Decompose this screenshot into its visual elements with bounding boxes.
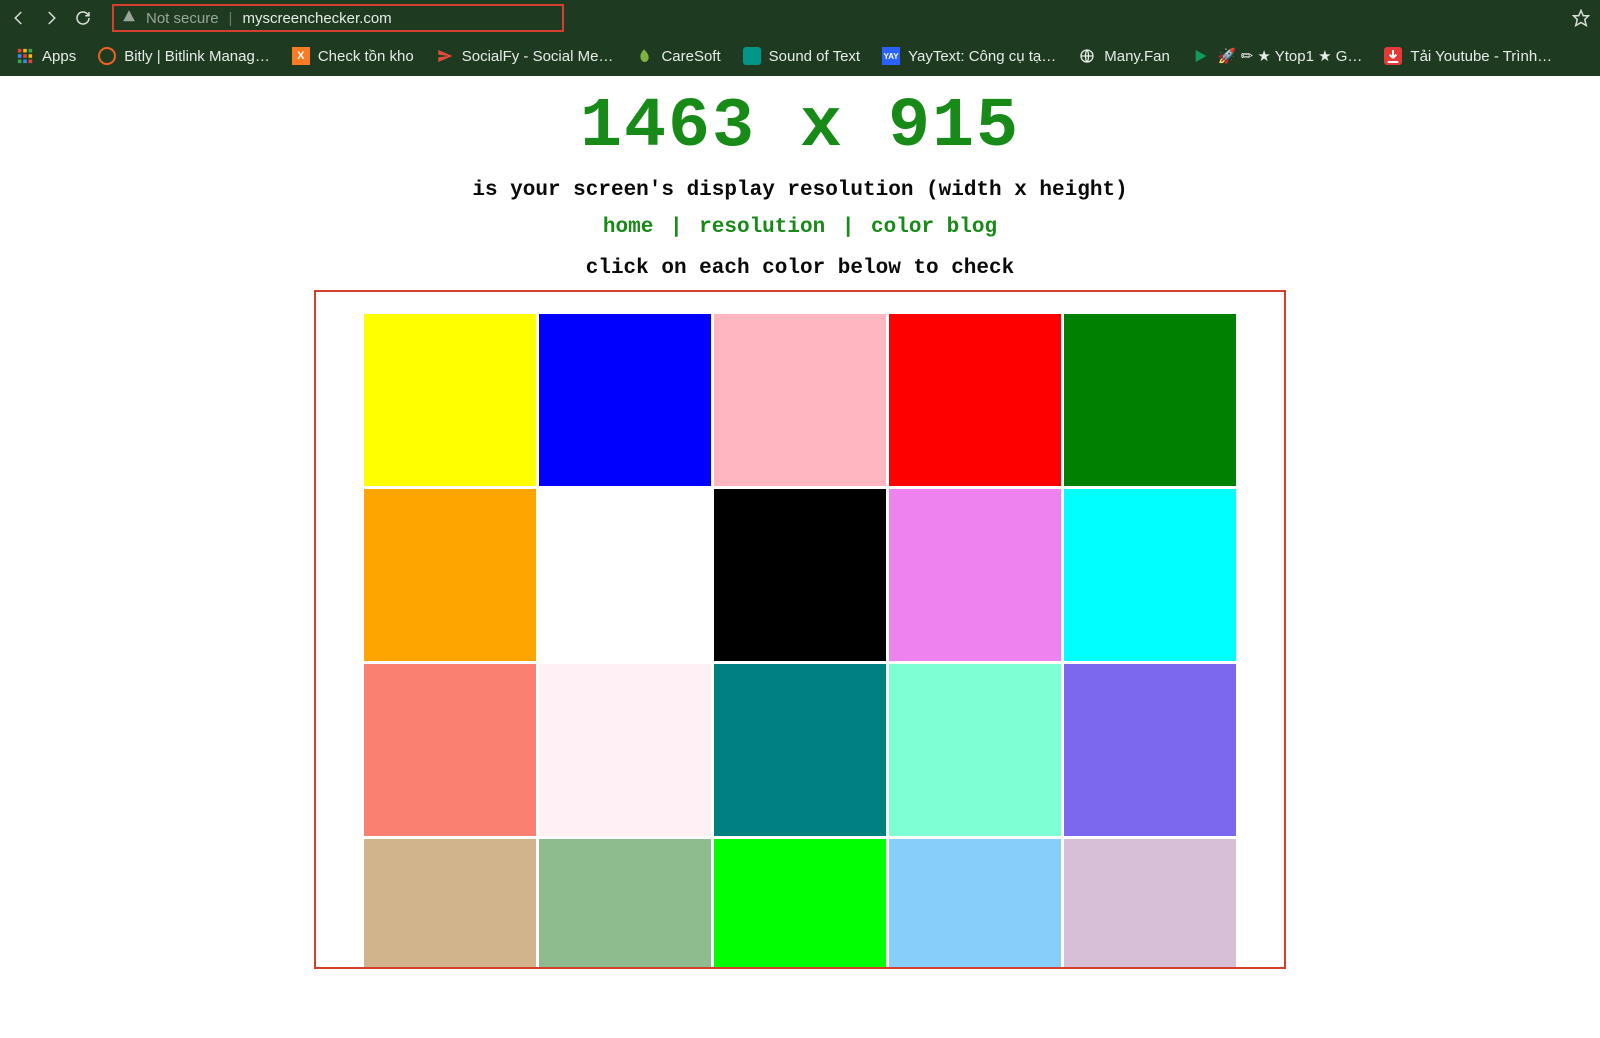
color-swatch[interactable] [1064,489,1236,661]
back-button[interactable] [10,9,28,27]
color-swatch[interactable] [364,314,536,486]
bookmarks-bar: Apps Bitly | Bitlink Manag… X Check tồn kho… [0,36,1600,76]
bookmark-favicon-plane [436,47,454,65]
reload-button[interactable] [74,9,92,27]
color-swatch[interactable] [714,489,886,661]
bookmark-star-button[interactable] [1572,9,1590,27]
browser-url-bar: Not secure | myscreenchecker.com [0,0,1600,36]
color-swatch[interactable] [714,664,886,836]
bookmark-label: Bitly | Bitlink Manag… [124,48,270,65]
color-grid-frame [314,290,1286,969]
bookmark-label: YayText: Công cụ tạ… [908,48,1056,65]
color-swatch[interactable] [889,314,1061,486]
bookmark-item[interactable]: Bitly | Bitlink Manag… [92,43,276,69]
resolution-heading: 1463 x 915 [580,88,1020,167]
nav-separator: | [838,216,859,239]
bookmark-item[interactable]: Tải Youtube - Trình… [1378,43,1558,69]
color-swatch[interactable] [539,664,711,836]
resolution-subtitle: is your screen's display resolution (wid… [472,179,1127,202]
bookmark-favicon-leaf [635,47,653,65]
forward-button[interactable] [42,9,60,27]
bookmark-label: Tải Youtube - Trình… [1410,48,1552,65]
bookmark-label: 🚀 ✏ ★ Ytop1 ★ G… [1218,47,1363,65]
address-separator: | [229,10,233,27]
bookmark-item[interactable]: YAY YayText: Công cụ tạ… [876,43,1062,69]
color-swatch[interactable] [1064,314,1236,486]
color-swatch[interactable] [539,489,711,661]
bookmark-item[interactable]: Sound of Text [737,43,866,69]
page-nav: home | resolution | color blog [603,216,997,239]
bookmark-favicon-globe [1078,47,1096,65]
nav-resolution[interactable]: resolution [699,216,825,239]
bookmark-item[interactable]: X Check tồn kho [286,43,420,69]
instruction-text: click on each color below to check [586,257,1014,280]
color-swatch[interactable] [1064,839,1236,967]
address-url: myscreenchecker.com [242,10,391,27]
color-swatch[interactable] [539,314,711,486]
nav-color-blog[interactable]: color blog [871,216,997,239]
bookmark-favicon-dl [1384,47,1402,65]
bookmark-item[interactable]: SocialFy - Social Me… [430,43,620,69]
bookmark-label: SocialFy - Social Me… [462,48,614,65]
color-swatch[interactable] [889,839,1061,967]
color-swatch[interactable] [889,489,1061,661]
nav-home[interactable]: home [603,216,653,239]
bookmark-item[interactable]: 🚀 ✏ ★ Ytop1 ★ G… [1186,43,1369,69]
page-content: 1463 x 915 is your screen's display reso… [0,76,1600,969]
color-swatch[interactable] [539,839,711,967]
bookmark-label: CareSoft [661,48,720,65]
bookmark-favicon-apps [16,47,34,65]
nav-separator: | [666,216,687,239]
address-bar[interactable]: Not secure | myscreenchecker.com [112,4,564,32]
color-swatch[interactable] [889,664,1061,836]
bookmark-item[interactable]: CareSoft [629,43,726,69]
color-grid [364,314,1236,967]
bookmark-favicon-yay: YAY [882,47,900,65]
bookmark-favicon-play [1192,47,1210,65]
color-swatch[interactable] [364,839,536,967]
color-swatch[interactable] [714,314,886,486]
bookmark-favicon-bitly [98,47,116,65]
color-swatch[interactable] [1064,664,1236,836]
bookmark-label: Apps [42,48,76,65]
bookmark-label: Many.Fan [1104,48,1170,65]
bookmark-item[interactable]: Many.Fan [1072,43,1176,69]
not-secure-icon [122,9,136,27]
bookmark-label: Sound of Text [769,48,860,65]
bookmark-favicon-teal [743,47,761,65]
bookmark-label: Check tồn kho [318,48,414,65]
not-secure-label: Not secure [146,10,219,27]
color-swatch[interactable] [364,489,536,661]
bookmark-item[interactable]: Apps [10,43,82,69]
color-swatch[interactable] [364,664,536,836]
bookmark-favicon-xampp: X [292,47,310,65]
color-swatch[interactable] [714,839,886,967]
